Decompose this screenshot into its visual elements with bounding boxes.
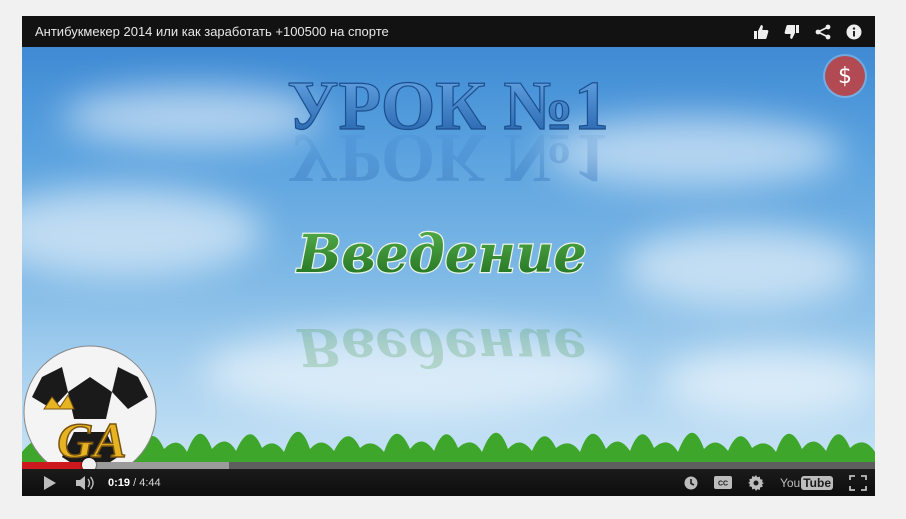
youtube-logo[interactable]: You Tube	[779, 475, 833, 490]
current-time: 0:19	[108, 476, 131, 489]
settings-gear-icon[interactable]	[747, 474, 764, 491]
watch-later-icon[interactable]	[684, 476, 698, 490]
volume-icon[interactable]	[70, 475, 100, 491]
video-scene: УРОК №1 УРОК №1 Введение Введение GA	[22, 67, 875, 465]
thumbs-up-icon[interactable]	[752, 23, 770, 41]
progress-bar[interactable]	[22, 458, 875, 472]
youtube-label-tube: Tube	[801, 475, 833, 490]
lesson-subheading-reflection: Введение	[295, 316, 586, 377]
video-frame[interactable]: УРОК №1 УРОК №1 Введение Введение GA	[22, 47, 875, 465]
video-player[interactable]: УРОК №1 УРОК №1 Введение Введение GA Ант…	[22, 16, 875, 496]
play-icon[interactable]	[30, 475, 70, 491]
ga-logo: GA	[23, 345, 157, 465]
video-title[interactable]: Антибукмекер 2014 или как заработать +10…	[35, 24, 389, 39]
donate-button[interactable]: $	[825, 56, 865, 96]
duration: 4:44	[139, 476, 161, 489]
lesson-subheading: Введение	[295, 224, 586, 285]
thumbs-down-icon[interactable]	[783, 23, 801, 41]
info-icon[interactable]	[845, 23, 863, 41]
control-bar: 0:19 / 4:44 CC You Tube	[22, 469, 875, 496]
captions-icon[interactable]: CC	[713, 476, 732, 489]
progress-played	[22, 462, 89, 469]
time-separator: /	[130, 476, 140, 489]
svg-text:CC: CC	[718, 481, 728, 488]
fullscreen-icon[interactable]	[849, 474, 867, 491]
lesson-heading-reflection: УРОК №1	[287, 119, 609, 196]
time-display: 0:19 / 4:44	[108, 477, 161, 489]
ga-watermark: GA	[57, 412, 126, 465]
youtube-label-you: You	[779, 475, 801, 490]
title-bar: Антибукмекер 2014 или как заработать +10…	[22, 16, 875, 47]
share-icon[interactable]	[814, 23, 832, 41]
